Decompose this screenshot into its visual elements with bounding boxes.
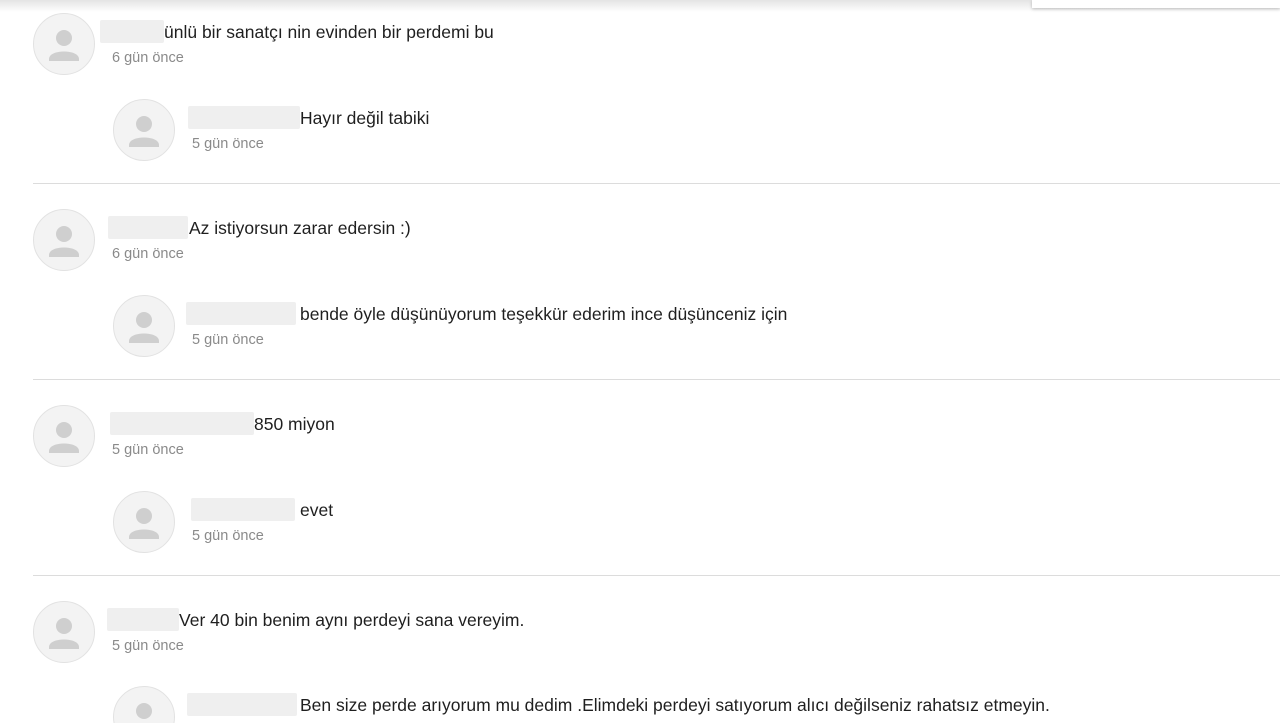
reply-text: bende öyle düşünüyorum teşekkür ederim i… [300, 304, 788, 324]
thread-divider [33, 183, 1280, 184]
reply: Hayır değil tabiki 5 gün önce [113, 99, 1280, 163]
user-avatar-icon[interactable] [113, 491, 175, 553]
reply: evet 5 gün önce [113, 491, 1280, 555]
comment-text: Ver 40 bin benim aynı perdeyi sana verey… [179, 610, 525, 630]
user-avatar-icon[interactable] [33, 209, 95, 271]
reply-text: Hayır değil tabiki [300, 108, 430, 128]
author-name-redacted[interactable] [188, 106, 300, 129]
reply-time: 5 gün önce [192, 332, 264, 348]
author-name-redacted[interactable] [107, 608, 179, 631]
comment: ünlü bir sanatçı nin evinden bir perdemi… [33, 13, 1280, 77]
author-name-redacted[interactable] [191, 498, 295, 521]
comment: Az istiyorsun zarar edersin :) 6 gün önc… [33, 209, 1280, 273]
user-avatar-icon[interactable] [113, 686, 175, 723]
reply-time: 5 gün önce [192, 136, 264, 152]
user-avatar-icon[interactable] [33, 405, 95, 467]
comment-text: ünlü bir sanatçı nin evinden bir perdemi… [164, 22, 494, 42]
comment: 850 miyon 5 gün önce [33, 405, 1280, 469]
user-avatar-icon[interactable] [113, 295, 175, 357]
thread-divider [33, 379, 1280, 380]
author-name-redacted[interactable] [187, 693, 297, 716]
author-name-redacted[interactable] [186, 302, 296, 325]
reply-text: evet [300, 500, 334, 520]
comment-text: 850 miyon [254, 414, 335, 434]
comment-time: 5 gün önce [112, 442, 184, 458]
user-avatar-icon[interactable] [33, 601, 95, 663]
thread-divider [33, 575, 1280, 576]
author-name-redacted[interactable] [110, 412, 254, 435]
author-name-redacted[interactable] [108, 216, 188, 239]
reply: bende öyle düşünüyorum teşekkür ederim i… [113, 295, 1280, 359]
comment-time: 6 gün önce [112, 50, 184, 66]
comment-time: 5 gün önce [112, 638, 184, 654]
comment-text: Az istiyorsun zarar edersin :) [189, 218, 411, 238]
comment: Ver 40 bin benim aynı perdeyi sana verey… [33, 601, 1280, 665]
comment-time: 6 gün önce [112, 246, 184, 262]
reply: Ben size perde arıyorum mu dedim .Elimde… [113, 686, 1280, 723]
user-avatar-icon[interactable] [33, 13, 95, 75]
author-name-redacted[interactable] [100, 20, 164, 43]
reply-time: 5 gün önce [192, 528, 264, 544]
user-avatar-icon[interactable] [113, 99, 175, 161]
header-panel [1032, 0, 1280, 8]
comments-page: ünlü bir sanatçı nin evinden bir perdemi… [0, 0, 1280, 723]
reply-text: Ben size perde arıyorum mu dedim .Elimde… [300, 695, 1050, 715]
